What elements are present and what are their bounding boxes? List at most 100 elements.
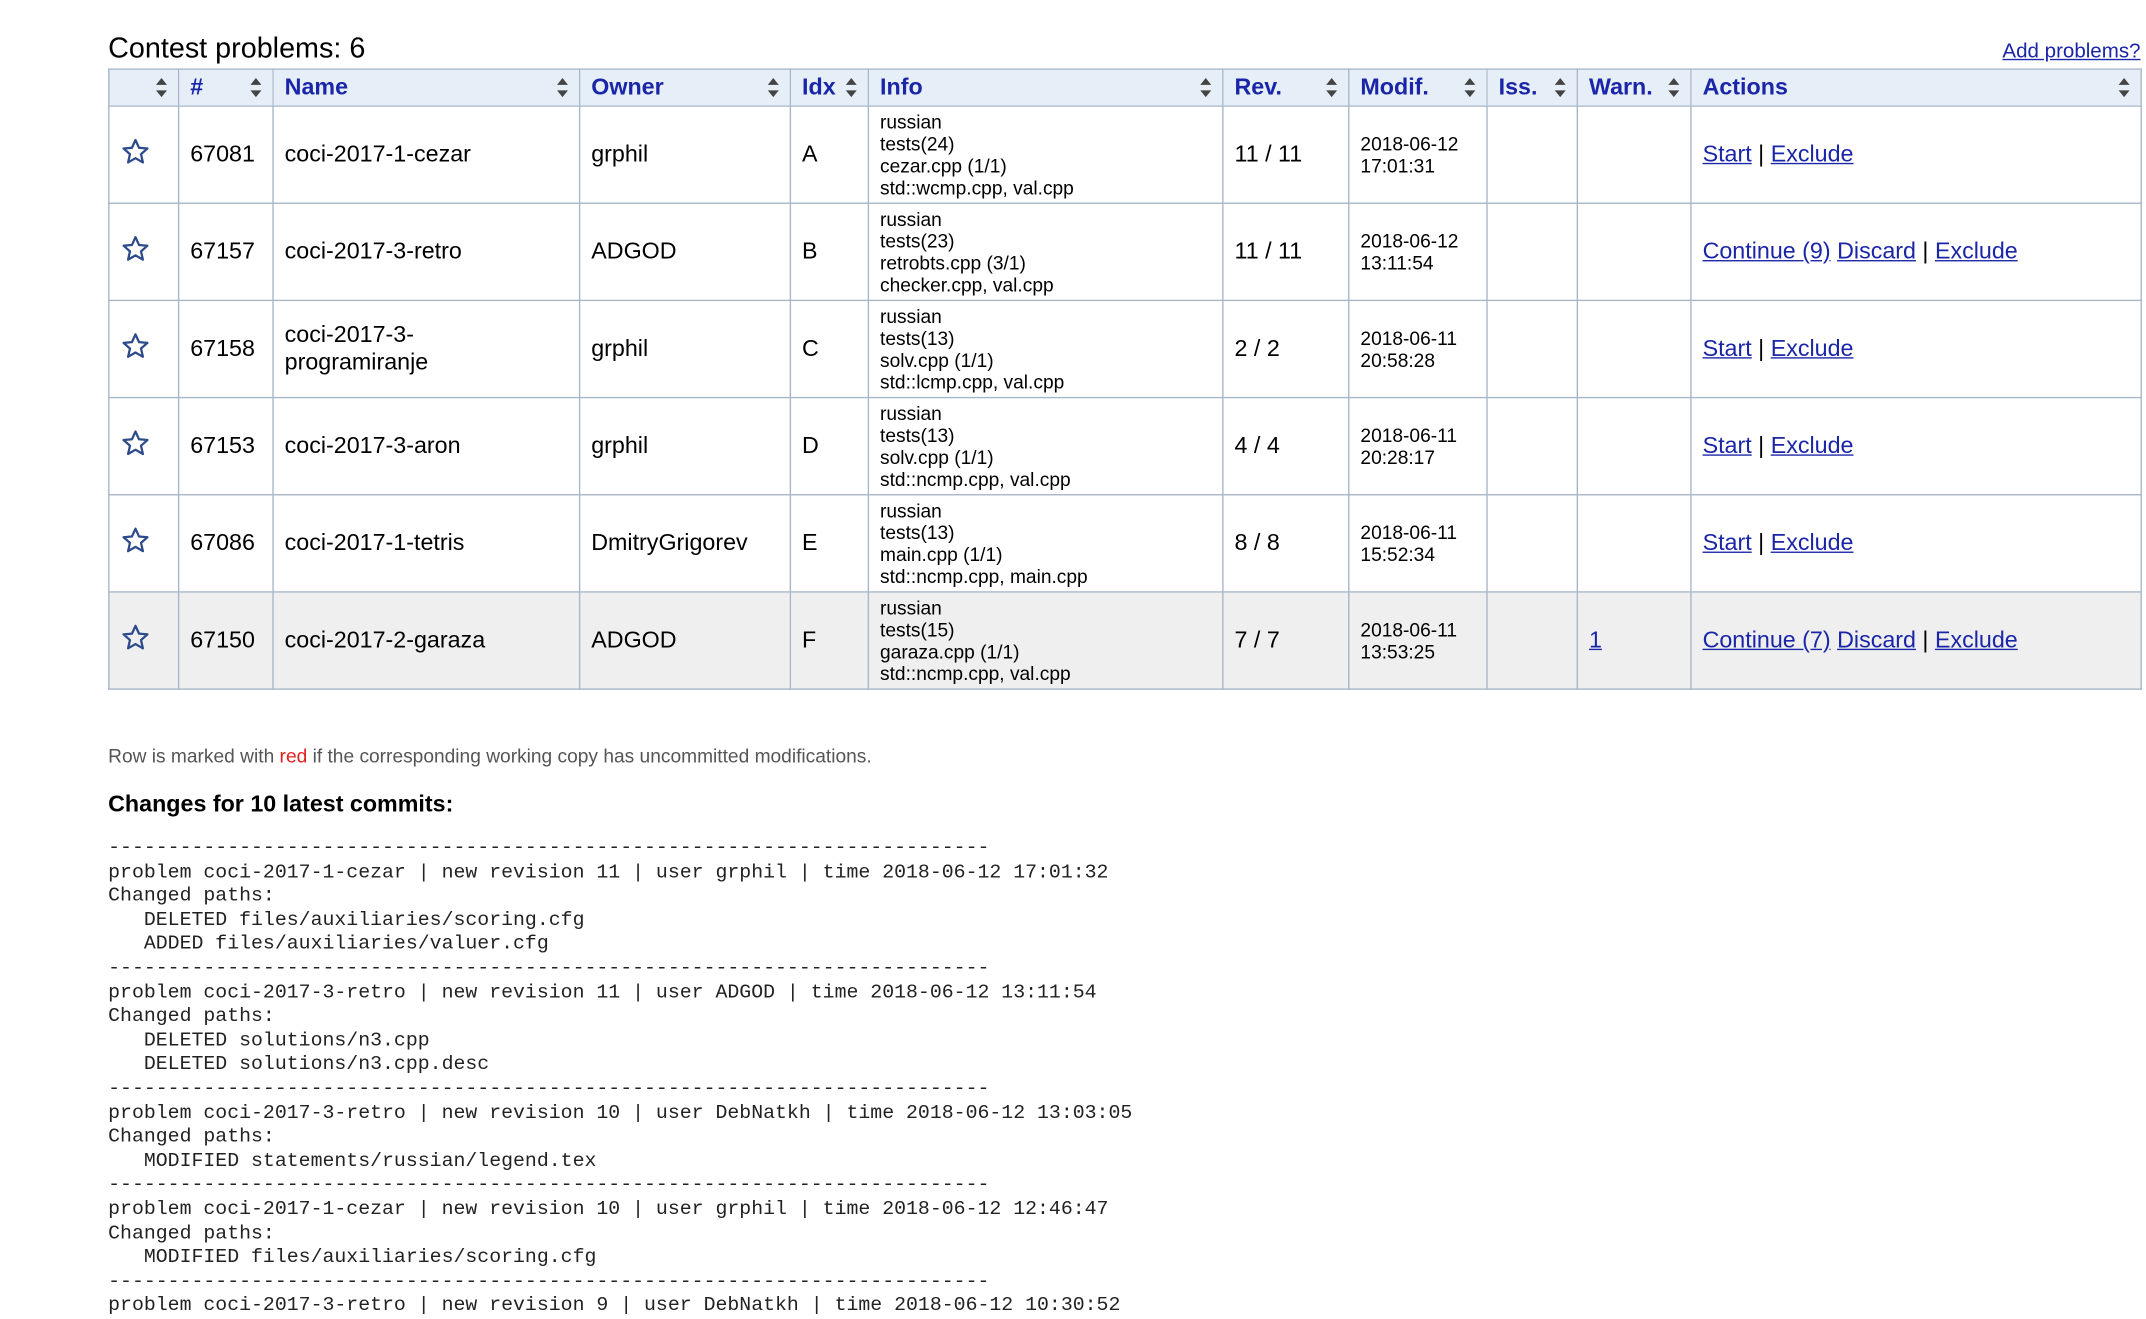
info-line: russian (880, 110, 942, 133)
problem-index: C (789, 299, 870, 399)
star-outline-icon[interactable] (120, 233, 167, 270)
log-line: Changed paths: (108, 1006, 275, 1029)
log-line: ----------------------------------------… (108, 1078, 990, 1101)
column-label: Info (880, 73, 923, 100)
sort-arrows-icon[interactable] (1200, 78, 1212, 98)
problem-name: coci-2017-1-tetris (272, 494, 581, 593)
star-cell (108, 494, 180, 593)
info-line: tests(13) (880, 327, 955, 349)
problem-issues (1486, 202, 1579, 302)
sort-arrows-icon[interactable] (1668, 78, 1680, 98)
problem-info: russian tests(13) solv.cpp (1/1) std::ncmp.… (867, 396, 1224, 496)
problem-info: russian tests(13) solv.cpp (1/1) std::lcmp.… (867, 299, 1224, 399)
warnings-link[interactable]: 1 (1589, 627, 1602, 653)
owner-text: ADGOD (591, 626, 677, 653)
log-line: DELETED solutions/n3.cpp (108, 1030, 430, 1053)
sort-arrows-icon[interactable] (1464, 78, 1476, 98)
star-outline-icon[interactable] (120, 428, 167, 465)
column-header-actions[interactable]: Actions (1690, 68, 2142, 107)
log-line: ----------------------------------------… (108, 837, 990, 860)
exclude-link[interactable]: Exclude (1935, 627, 2018, 653)
column-header-idx[interactable]: Idx (789, 68, 870, 107)
discard-link[interactable]: Discard (1837, 627, 1916, 653)
column-header-owner[interactable]: Owner (578, 68, 792, 107)
problem-id: 67157 (177, 202, 274, 302)
action-separator: | (1751, 335, 1771, 362)
revision-text: 11 / 11 (1234, 140, 1303, 167)
column-header-info[interactable]: Info (867, 68, 1224, 107)
problem-actions: Start | Exclude (1690, 396, 2142, 496)
index-text: B (802, 238, 818, 265)
problem-revision: 4 / 4 (1222, 396, 1350, 496)
log-line: DELETED files/auxiliaries/scoring.cfg (108, 909, 585, 932)
star-outline-icon[interactable] (120, 622, 167, 659)
start-link[interactable]: Start (1703, 335, 1752, 361)
star-outline-icon[interactable] (120, 136, 167, 173)
column-header-modif[interactable]: Modif. (1348, 68, 1488, 107)
table-row: 67158 coci-2017-3- programiranje grphil Crus… (108, 299, 2142, 399)
star-outline-icon[interactable] (120, 331, 167, 368)
column-header-fav[interactable] (108, 68, 180, 107)
problem-name-line: coci-2017-3- (284, 321, 415, 348)
start-link[interactable]: Start (1703, 530, 1752, 556)
add-problems-link[interactable]: Add problems? (2002, 40, 2140, 63)
column-label: Warn. (1588, 73, 1653, 100)
sort-arrows-icon[interactable] (845, 78, 858, 98)
note-red-word: red (279, 744, 308, 767)
sort-arrows-icon[interactable] (1554, 78, 1567, 98)
start-link[interactable]: Start (1703, 432, 1752, 458)
discard-link[interactable]: Discard (1837, 238, 1916, 264)
sort-arrows-icon[interactable] (557, 78, 569, 98)
problem-id: 67150 (177, 591, 274, 690)
exclude-link[interactable]: Exclude (1935, 238, 2018, 264)
problem-info: russian tests(23) retrobts.cpp (3/1) checke… (867, 202, 1224, 302)
problem-issues (1486, 591, 1579, 690)
sort-arrows-icon[interactable] (2118, 78, 2131, 98)
modified-line: 20:58:28 (1360, 348, 1435, 371)
modified-line: 2018-06-11 (1360, 424, 1458, 447)
start-link[interactable]: Start (1703, 141, 1752, 167)
problem-id-text: 67157 (190, 238, 255, 265)
column-header-iss[interactable]: Iss. (1486, 68, 1579, 107)
sort-arrows-icon[interactable] (1326, 78, 1338, 98)
info-line: retrobts.cpp (3/1) (880, 251, 1026, 274)
revision-text: 8 / 8 (1234, 529, 1280, 556)
column-label: Modif. (1360, 73, 1429, 100)
info-line: solv.cpp (1/1) (880, 348, 994, 371)
info-line: solv.cpp (1/1) (880, 446, 994, 469)
problem-actions: Continue (7) Discard | Exclude (1690, 591, 2142, 690)
log-line: problem coci-2017-3-retro | new revision… (108, 982, 1097, 1004)
continue-link[interactable]: Continue (7) (1703, 627, 1831, 653)
exclude-link[interactable]: Exclude (1771, 530, 1854, 556)
exclude-link[interactable]: Exclude (1771, 432, 1854, 458)
info-line: cezar.cpp (1/1) (880, 154, 1007, 177)
table-row: 67150 coci-2017-2-garaza ADGOD Frussian test… (108, 591, 2142, 690)
continue-link[interactable]: Continue (9) (1703, 238, 1831, 264)
column-header-warn[interactable]: Warn. (1576, 68, 1692, 107)
action-separator: | (1915, 238, 1935, 265)
problem-name: coci-2017-3- programiranje (272, 299, 581, 399)
problem-modified: 2018-06-12 17:01:31 (1348, 105, 1488, 204)
column-header-rev[interactable]: Rev. (1222, 68, 1350, 107)
problem-issues (1486, 299, 1579, 399)
column-label: # (190, 73, 204, 100)
exclude-link[interactable]: Exclude (1771, 141, 1854, 167)
column-header-id[interactable]: # (177, 68, 274, 107)
table-row: 67086 coci-2017-1-tetris DmitryGrigorev Eru… (108, 494, 2142, 593)
modified-line: 2018-06-12 (1360, 229, 1459, 252)
sort-arrows-icon[interactable] (156, 78, 168, 98)
problem-actions: Start | Exclude (1690, 299, 2142, 399)
problem-name: coci-2017-3-aron (272, 396, 581, 496)
star-outline-icon[interactable] (120, 525, 167, 562)
problem-id-text: 67086 (190, 529, 255, 556)
sort-arrows-icon[interactable] (767, 78, 780, 98)
info-line: russian (880, 499, 942, 522)
problem-index: B (789, 202, 870, 302)
exclude-link[interactable]: Exclude (1771, 335, 1854, 361)
revision-text: 4 / 4 (1234, 432, 1280, 459)
log-line: ADDED files/auxiliaries/valuer.cfg (108, 933, 549, 956)
column-header-name[interactable]: Name (272, 68, 581, 107)
problem-warnings (1576, 396, 1692, 496)
sort-arrows-icon[interactable] (250, 78, 262, 98)
info-line: checker.cpp, val.cpp (880, 273, 1054, 296)
